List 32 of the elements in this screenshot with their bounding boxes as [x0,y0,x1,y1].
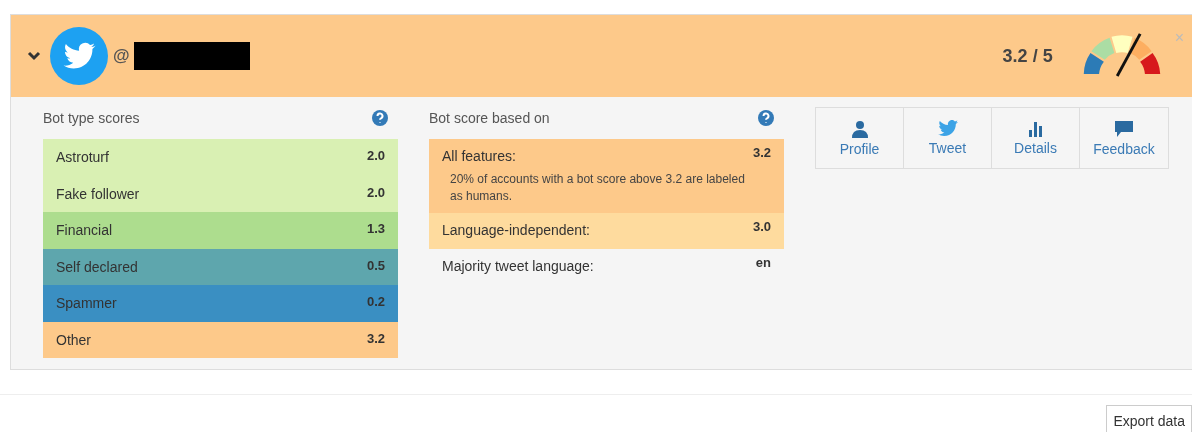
section-title: Bot score based on [429,110,550,126]
row-label: Self declared [56,258,138,275]
row-score: 2.0 [366,148,385,163]
person-icon [850,119,869,138]
row-score: 0.5 [366,257,385,273]
row-score: 3.2 [366,330,385,346]
row-label: Spammer [56,295,117,312]
help-icon[interactable] [758,110,774,126]
section-title: Bot type scores [43,110,140,126]
speech-bubble-icon [1114,119,1134,138]
row-score: en [755,255,771,270]
row-label: Fake follower [56,185,140,202]
bar-chart-icon [1027,120,1044,137]
row-note: 20% of accounts with a bot score above 3.2 are labeled as humans. [450,171,746,205]
help-icon[interactable] [372,110,388,126]
row-score: 1.3 [366,221,385,236]
row-label: All features: [442,148,516,164]
row-label: Majority tweet language: [442,258,594,274]
row-score: 3.0 [752,219,771,234]
row-label: Financial [56,222,113,239]
row-score: 3.2 [752,145,771,160]
handle-prefix: @ [113,46,130,66]
row-score: 0.2 [366,294,385,309]
row-label: Other [56,331,91,348]
bird-icon [937,120,958,137]
row-score: 2.0 [366,184,385,200]
chevron-down-icon[interactable] [27,51,41,61]
row-label: Astroturf [56,149,109,166]
overall-score: 3.2 / 5 [1002,45,1053,67]
row-label: Language-independent: [442,222,590,238]
bird-avatar-icon [49,26,109,86]
export-data-button[interactable]: Export data [1106,405,1192,432]
